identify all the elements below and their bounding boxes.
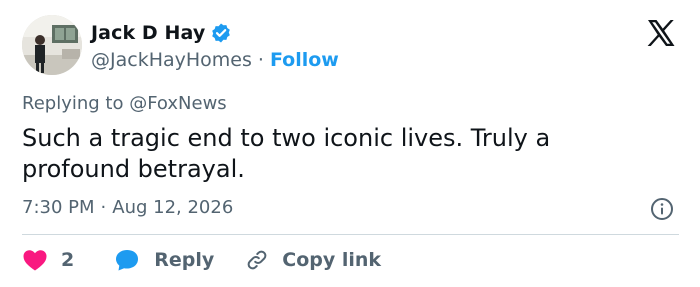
- avatar-photo: [22, 15, 82, 75]
- x-logo-icon[interactable]: [645, 17, 677, 49]
- reply-label: Reply: [154, 249, 215, 271]
- tweet-timestamp[interactable]: 7:30 PM · Aug 12, 2026: [22, 197, 233, 218]
- heart-icon: [23, 250, 47, 271]
- speech-bubble-icon: [116, 250, 139, 271]
- copy-link-label: Copy link: [282, 249, 382, 271]
- author-handle[interactable]: @JackHayHomes: [91, 49, 252, 71]
- like-button[interactable]: 2: [22, 248, 74, 272]
- follow-button[interactable]: Follow: [270, 49, 339, 71]
- tweet-text: Such a tragic end to two iconic lives. T…: [22, 124, 551, 183]
- reply-context: Replying to @FoxNews: [22, 93, 227, 114]
- separator-dot: ·: [100, 197, 107, 218]
- author-name-row: Jack D Hay: [91, 20, 232, 46]
- info-icon[interactable]: [650, 197, 674, 221]
- reply-context-prefix: Replying to: [22, 93, 124, 114]
- like-count: 2: [61, 249, 75, 271]
- author-display-name[interactable]: Jack D Hay: [91, 22, 205, 44]
- reply-context-mention[interactable]: @FoxNews: [129, 93, 226, 114]
- reply-button[interactable]: Reply: [114, 248, 214, 272]
- copy-link-button[interactable]: Copy link: [244, 248, 381, 272]
- avatar[interactable]: [22, 15, 82, 75]
- divider: [22, 234, 679, 235]
- separator-dot: ·: [257, 49, 264, 71]
- tweet-time: 7:30 PM: [22, 197, 95, 218]
- tweet-card: Jack D Hay @JackHayHomes · Follow Replyi…: [0, 0, 700, 287]
- verified-badge-icon: [210, 22, 232, 44]
- author-handle-row: @JackHayHomes · Follow: [91, 47, 339, 73]
- link-icon: [247, 250, 267, 270]
- tweet-date: Aug 12, 2026: [112, 197, 234, 218]
- action-bar: 2 Reply Copy link: [22, 246, 381, 274]
